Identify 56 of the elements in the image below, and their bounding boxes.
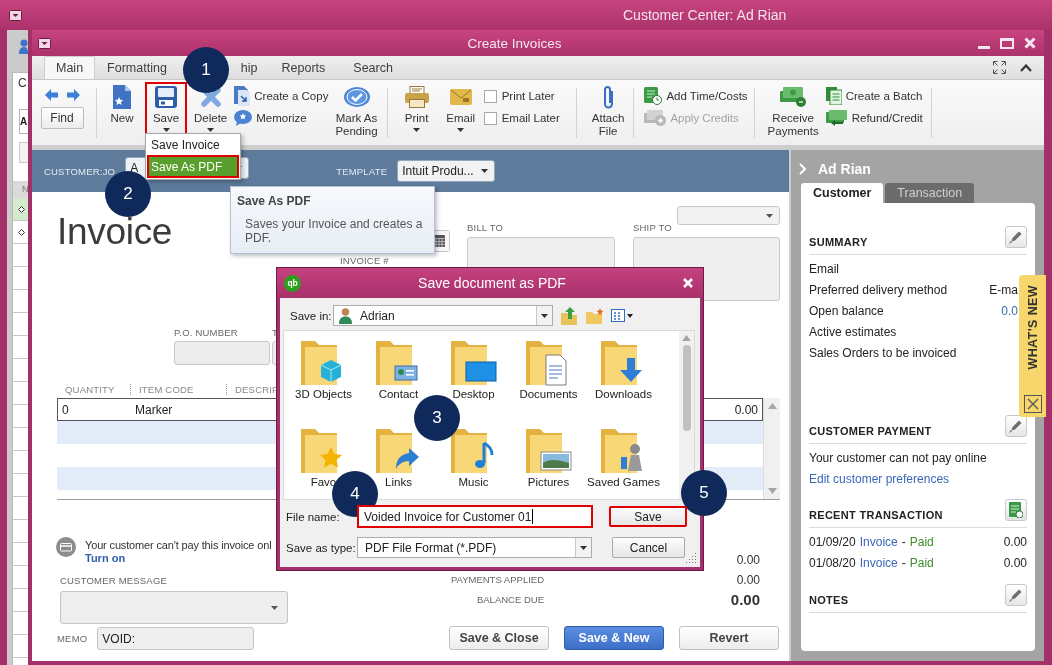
- checkbox-label: Email Later: [501, 112, 560, 124]
- summary-value: E-ma: [989, 282, 1018, 297]
- checkbox-label: Print Later: [501, 90, 555, 102]
- column-header: ITEM CODE: [130, 383, 226, 395]
- table-cell-text: 0.00: [733, 402, 759, 417]
- transaction-date: 01/08/20: [809, 555, 856, 570]
- field-label: Save in:: [290, 309, 333, 322]
- tooltip-title: Save As PDF: [237, 194, 312, 208]
- customer-name: Ad Rian: [818, 161, 871, 177]
- field-label: CUSTOMER MESSAGE: [60, 575, 168, 586]
- dialog-title: Save document as PDF: [417, 275, 567, 291]
- table-cell-text: 0: [61, 402, 70, 417]
- field-label: P.O. NUMBER: [174, 327, 239, 338]
- tooltip-text: Saves your Invoice and creates a PDF.: [245, 217, 424, 245]
- total-label: PAYMENTS APPLIED: [450, 573, 544, 587]
- section-title: CUSTOMER PAYMENT: [809, 425, 932, 438]
- summary-label: Open balance: [809, 303, 884, 318]
- folder-label: Saved Games: [587, 475, 660, 489]
- field-label: TEMPLATE: [336, 165, 388, 177]
- window-title: Create Invoices: [466, 35, 563, 51]
- summary-label: Email: [809, 261, 839, 276]
- section-title: NOTES: [809, 594, 849, 607]
- notice-text: Your customer can't pay this invoice onl: [85, 539, 272, 552]
- summary-label: Preferred delivery method: [809, 282, 948, 297]
- section-title: RECENT TRANSACTION: [809, 509, 943, 522]
- field-label: INVOICE #: [340, 255, 390, 266]
- dash-text: -: [901, 555, 906, 570]
- amount-text: 0.00: [1003, 555, 1027, 570]
- column-header: QUANTITY: [64, 383, 116, 395]
- folder-label: Downloads: [595, 387, 652, 401]
- whats-new-label: WHAT'S NEW: [1025, 285, 1040, 370]
- dash-text: -: [901, 534, 906, 549]
- section-title: SUMMARY: [809, 236, 868, 249]
- field-label: BILL TO: [467, 222, 504, 233]
- field-label: SHIP TO: [633, 222, 672, 233]
- folder-label: Music: [458, 475, 489, 489]
- total-label: BALANCE DUE: [476, 593, 544, 607]
- payment-text: Your customer can not pay online: [809, 450, 987, 465]
- status-text: Paid: [909, 555, 934, 570]
- app-logo: qb: [284, 274, 301, 292]
- transaction-date: 01/09/20: [809, 534, 856, 549]
- folder-label: Pictures: [527, 475, 570, 489]
- table-cell-text: Marker: [134, 402, 174, 417]
- folder-label: Links: [385, 475, 412, 489]
- total-value: 0.00: [730, 590, 760, 610]
- total-value: 0.00: [736, 552, 760, 569]
- folder-label: Documents: [519, 387, 578, 401]
- window-title: Customer Center: Ad Rian: [623, 7, 787, 23]
- status-text: Paid: [909, 534, 934, 549]
- amount-text: 0.00: [1003, 534, 1027, 549]
- field-label: MEMO: [57, 633, 88, 644]
- column-header: N: [13, 181, 28, 198]
- total-value: 0.00: [736, 572, 760, 589]
- field-label: Save as type:: [286, 541, 357, 554]
- summary-label: Active estimates: [809, 324, 897, 339]
- summary-label: Sales Orders to be invoiced: [809, 345, 957, 360]
